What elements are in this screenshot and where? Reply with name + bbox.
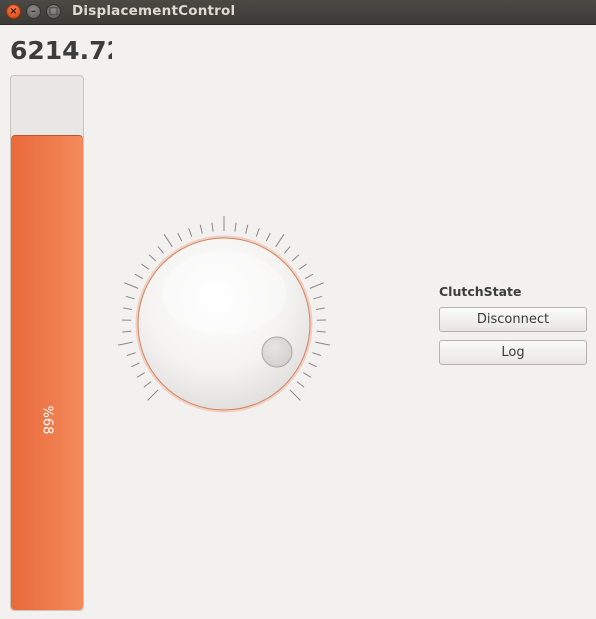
minimize-icon: – [31,6,36,17]
dial-tick [291,254,300,262]
dial-tick [118,341,133,346]
dial-tick [315,307,325,310]
dial-tick [124,282,139,289]
close-icon: × [9,6,18,17]
log-button[interactable]: Log [439,340,587,365]
dial-tick [313,295,323,300]
displacement-dial[interactable] [113,213,335,435]
dial-tick [188,228,193,237]
dial-tick [245,224,249,234]
dial-highlight [162,251,286,335]
dial-tick [316,330,326,333]
minimize-window-button[interactable]: – [26,4,41,19]
dial-indicator-notch[interactable] [261,336,293,368]
dial-tick [309,282,324,289]
dial-tick [298,263,307,270]
dial-tick [148,254,157,262]
dial-tick [125,295,135,300]
maximize-icon: □ [48,6,59,17]
disconnect-button[interactable]: Disconnect [439,307,587,332]
dial-tick [141,263,150,270]
dial-tick [147,389,159,401]
dial-tick [199,224,203,234]
dial-tick [275,233,285,247]
dial-tick [143,381,152,388]
dial-tick [315,341,330,346]
displacement-progress-bar: %68 [10,75,84,611]
dial-tick [304,273,314,280]
dial-tick [177,232,183,242]
dial-tick [157,246,164,254]
close-window-button[interactable]: × [6,4,21,19]
dial-tick [122,330,132,333]
dial-tick [289,389,301,401]
progress-label: %68 [39,405,55,435]
dial-tick [131,362,140,368]
maximize-window-button[interactable]: □ [46,4,61,19]
title-bar: × – □ DisplacementControl [0,0,596,25]
dial-tick [136,372,145,378]
clutch-state-title: ClutchState [439,284,522,299]
dial-tick [312,352,322,356]
dial-tick [134,273,144,280]
window-title: DisplacementControl [72,3,236,19]
dial-tick [284,246,291,254]
displacement-value: 6214.72 [10,36,112,65]
dial-tick [296,381,305,388]
dial-tick [163,233,173,247]
dial-tick [123,307,133,310]
dial-tick [126,352,136,356]
app-window: × – □ DisplacementControl 6214.72 %68 [0,0,596,619]
dial-tick [308,362,317,368]
progress-fill: %68 [11,134,83,610]
dial-tick [211,222,214,232]
dial-tick [303,372,312,378]
dial-tick [255,228,260,237]
dial-tick [234,222,237,232]
dial-tick [265,232,271,242]
